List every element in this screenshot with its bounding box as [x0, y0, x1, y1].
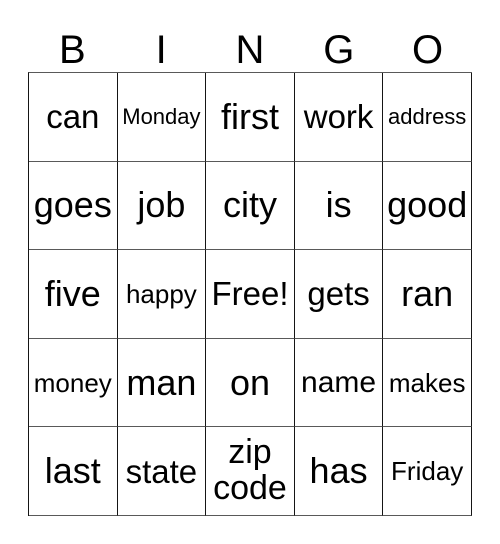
bingo-cell-label: Monday: [122, 103, 201, 129]
bingo-cell-label: is: [325, 184, 352, 226]
bingo-cell-label: address: [388, 103, 467, 129]
bingo-cell-label: ran: [401, 272, 454, 314]
bingo-cell-i4[interactable]: man: [117, 338, 207, 428]
bingo-cell-label: last: [44, 450, 101, 492]
bingo-cell-g1[interactable]: work: [294, 73, 384, 162]
bingo-cell-label: city: [222, 184, 277, 226]
bingo-cell-label: name: [301, 365, 377, 399]
bingo-cell-n2[interactable]: city: [206, 161, 295, 251]
bingo-cell-o3[interactable]: ran: [383, 250, 472, 339]
bingo-cell-n1[interactable]: first: [206, 73, 295, 162]
bingo-grid: can Monday first work address goes job c…: [28, 72, 472, 516]
bingo-cell-label: zip code: [213, 433, 287, 508]
bingo-cell-label: first: [220, 95, 279, 137]
bingo-cell-o2[interactable]: good: [383, 161, 472, 251]
bingo-cell-i2[interactable]: job: [117, 161, 207, 251]
bingo-cell-b3[interactable]: five: [29, 250, 118, 339]
bingo-cell-free-space[interactable]: Free!: [206, 250, 295, 339]
bingo-cell-o1[interactable]: address: [383, 73, 472, 162]
bingo-cell-label: work: [303, 98, 374, 136]
bingo-row: money man on name makes: [29, 338, 472, 428]
bingo-row: can Monday first work address: [29, 73, 472, 162]
bingo-cell-label: five: [44, 272, 101, 314]
bingo-cell-o5[interactable]: Friday: [383, 427, 472, 516]
bingo-cell-label: Friday: [391, 456, 464, 487]
bingo-cell-label: Free!: [211, 275, 289, 313]
bingo-cell-b4[interactable]: money: [29, 338, 118, 428]
bingo-header-row: B I N G O: [28, 18, 472, 72]
bingo-cell-i5[interactable]: state: [117, 427, 207, 516]
header-letter-g: G: [323, 28, 355, 72]
bingo-cell-i3[interactable]: happy: [117, 250, 207, 339]
bingo-card: B I N G O can Monday first work address …: [0, 0, 500, 544]
bingo-cell-label: state: [125, 452, 198, 490]
bingo-cell-label: goes: [33, 184, 112, 226]
bingo-cell-n5[interactable]: zip code: [206, 427, 295, 516]
bingo-cell-label: has: [309, 450, 368, 492]
bingo-cell-label: happy: [125, 278, 197, 309]
bingo-row: last state zip code has Friday: [29, 427, 472, 516]
bingo-cell-label: man: [126, 361, 197, 403]
bingo-cell-b2[interactable]: goes: [29, 161, 118, 251]
bingo-cell-label: can: [46, 98, 100, 136]
header-letter-n: N: [235, 28, 265, 72]
bingo-cell-n4[interactable]: on: [206, 338, 295, 428]
header-letter-o: O: [412, 28, 444, 72]
bingo-cell-g3[interactable]: gets: [294, 250, 384, 339]
bingo-cell-g4[interactable]: name: [294, 338, 384, 428]
bingo-cell-b1[interactable]: can: [29, 73, 118, 162]
bingo-cell-o4[interactable]: makes: [383, 338, 472, 428]
bingo-cell-label: good: [387, 184, 468, 226]
bingo-cell-g5[interactable]: has: [294, 427, 384, 516]
bingo-row: goes job city is good: [29, 161, 472, 251]
bingo-cell-label: makes: [388, 367, 466, 398]
header-letter-b: B: [59, 28, 86, 72]
bingo-cell-g2[interactable]: is: [294, 161, 384, 251]
bingo-cell-b5[interactable]: last: [29, 427, 118, 516]
bingo-cell-label: job: [137, 184, 186, 226]
bingo-cell-label: on: [229, 361, 270, 403]
header-letter-i: I: [155, 28, 167, 72]
bingo-cell-label: gets: [307, 275, 370, 313]
bingo-row: five happy Free! gets ran: [29, 250, 472, 339]
bingo-cell-label: money: [33, 367, 112, 398]
bingo-cell-i1[interactable]: Monday: [117, 73, 207, 162]
